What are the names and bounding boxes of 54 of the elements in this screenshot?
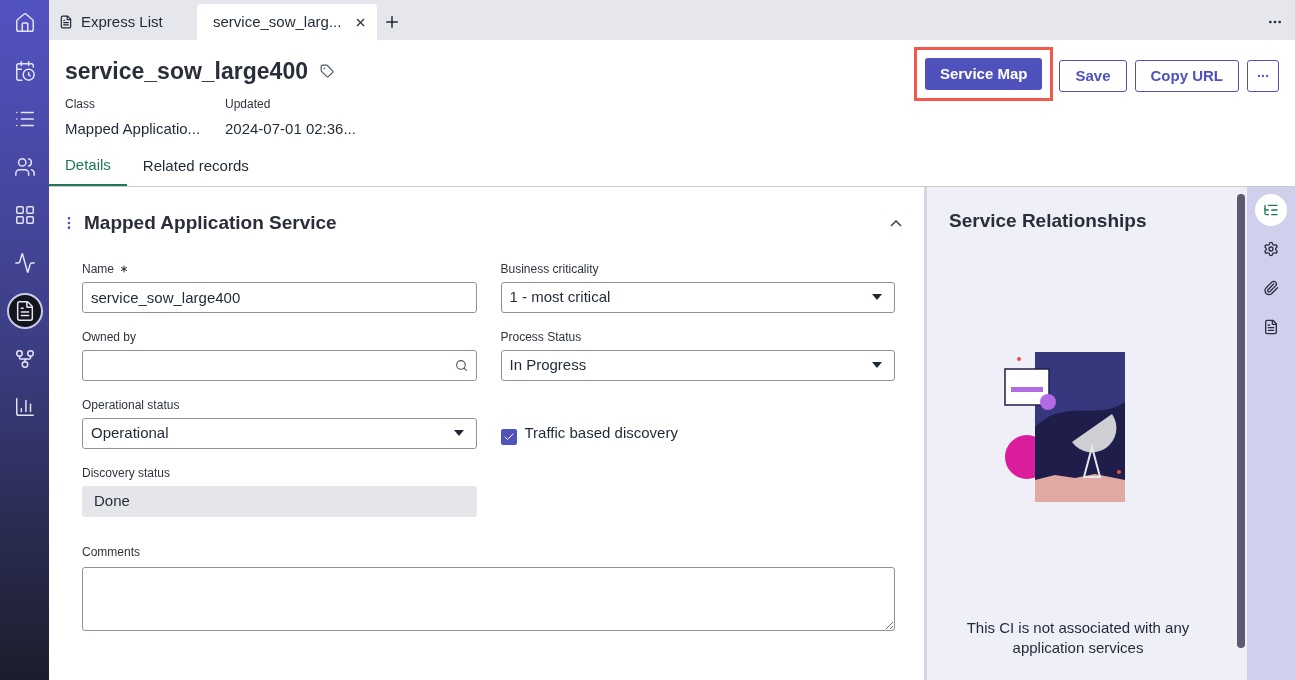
checkbox-label: Traffic based discovery — [524, 423, 678, 443]
meta-value: 2024-07-01 02:36... — [225, 119, 357, 139]
calendar-clock-icon — [13, 60, 36, 82]
readonly-field: Done — [82, 485, 477, 517]
meta-label: Updated — [225, 96, 272, 113]
select-field[interactable]: In Progress — [500, 349, 895, 381]
comments-field[interactable] — [82, 566, 895, 631]
pulse-icon — [13, 252, 36, 274]
bar-chart-icon — [13, 396, 36, 418]
document-icon — [1263, 319, 1279, 335]
dropdown-caret-icon — [453, 430, 464, 436]
action-button[interactable]: Copy URL — [1134, 60, 1239, 92]
field-label: Discovery status — [82, 465, 171, 482]
action-button[interactable]: Service Map — [924, 58, 1043, 90]
dropdown-caret-icon — [872, 362, 882, 368]
browser-tab[interactable]: Express List — [53, 4, 197, 40]
field-label: Operational status — [82, 397, 180, 414]
field-label: Comments — [82, 543, 141, 561]
dropdown-caret-icon — [872, 294, 882, 300]
lookup-field[interactable] — [82, 349, 477, 381]
home-icon — [13, 12, 36, 34]
browser-tab[interactable]: service_sow_larg... — [197, 4, 377, 40]
panel-title: Service Relationships — [949, 209, 1147, 233]
people-icon — [13, 156, 36, 178]
record-tab[interactable]: Details — [49, 146, 127, 186]
sidebar-item[interactable] — [6, 293, 43, 329]
settings-icon — [1263, 241, 1279, 257]
scrollbar[interactable] — [1237, 194, 1245, 648]
meta-label: Class — [65, 96, 96, 113]
rail-tab[interactable] — [1255, 194, 1287, 226]
paperclip-icon — [1263, 280, 1279, 296]
field-label: Owned by — [82, 329, 137, 346]
meta-value: Mapped Applicatio... — [65, 119, 202, 139]
record-tab[interactable]: Related records — [126, 146, 265, 186]
collapse-toggle[interactable] — [890, 219, 902, 227]
action-button[interactable]: Save — [1059, 60, 1127, 92]
chevron-up-icon — [890, 219, 902, 227]
section-title: Mapped Application Service — [84, 211, 338, 235]
grid-icon — [13, 204, 36, 226]
search-icon[interactable] — [454, 358, 468, 372]
field-label: Business criticality — [500, 261, 599, 278]
tag-icon[interactable] — [319, 64, 334, 78]
tree-icon — [1263, 202, 1279, 218]
select-field[interactable]: 1 - most critical — [500, 281, 895, 313]
record-title: service_sow_large400 — [65, 58, 308, 84]
checkbox[interactable] — [500, 428, 517, 445]
field-label: Process Status — [500, 329, 582, 346]
field-label: Name — [82, 261, 114, 278]
new-tab-icon[interactable] — [383, 13, 401, 31]
name-field[interactable]: service_sow_large400 — [82, 281, 477, 313]
more-actions-button[interactable] — [1247, 60, 1279, 92]
select-field[interactable]: Operational — [82, 417, 477, 449]
empty-message: This CI is not associated with any application services — [965, 618, 1191, 658]
fork-icon — [13, 348, 36, 370]
